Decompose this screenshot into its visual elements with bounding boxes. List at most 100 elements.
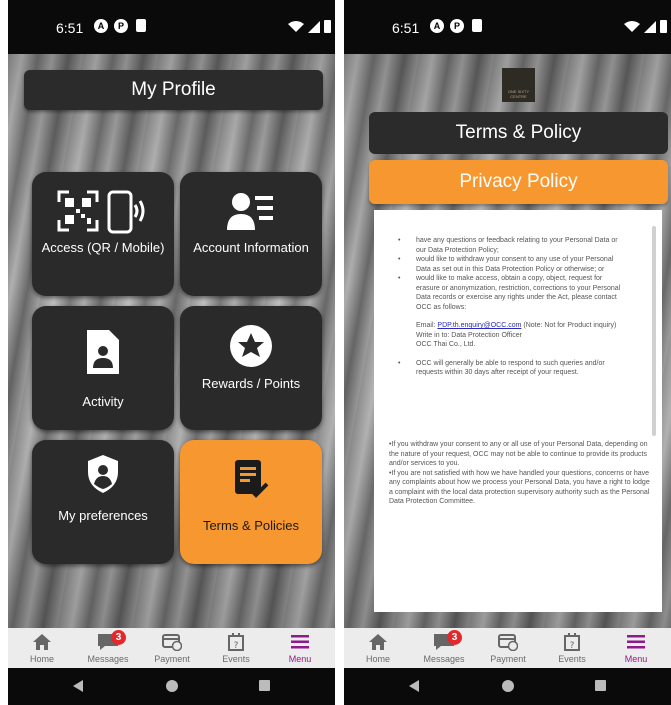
account-card-icon — [227, 193, 273, 230]
payment-icon — [162, 634, 182, 651]
star-badge-icon — [230, 325, 272, 367]
system-back-button[interactable] — [73, 680, 83, 692]
messages-badge: 3 — [111, 630, 126, 645]
nav-label-menu: Menu — [624, 654, 648, 664]
account-information-tile[interactable]: Account Information — [180, 172, 322, 296]
nav-menu[interactable]: Menu — [606, 630, 666, 664]
qr-mobile-icon — [57, 190, 145, 234]
nav-label-home: Home — [29, 654, 54, 664]
system-recents-button[interactable] — [595, 680, 606, 691]
sd-card-icon — [472, 19, 482, 32]
contact-email-line: Email: PDP.th.enquiry@OCC.com (Note: Not… — [416, 321, 626, 331]
tile-label-rewards: Rewards / Points — [201, 376, 301, 391]
system-back-button[interactable] — [409, 680, 419, 692]
policy-bullets: have any questions or feedback relating … — [392, 236, 626, 378]
nav-label-events: Events — [222, 654, 250, 664]
brand-logo: ONE SIXTY CENTRE — [502, 68, 535, 102]
nav-label-messages: Messages — [87, 654, 129, 664]
policy-bullet: would like to make access, obtain a copy… — [392, 274, 626, 312]
system-navigation — [8, 668, 335, 705]
notification-a-icon: A — [94, 19, 108, 33]
notification-a-icon: A — [430, 19, 444, 33]
sd-card-icon — [136, 19, 146, 32]
terms-policy-screen: 6:51 A P ONE SIXTY CENTRE Terms & Policy… — [344, 0, 671, 705]
tile-label-account: Account Information — [193, 240, 309, 255]
activity-tile[interactable]: Activity — [32, 306, 174, 430]
system-recents-button[interactable] — [259, 680, 270, 691]
svg-text:?: ? — [570, 641, 575, 651]
battery-icon — [660, 20, 667, 33]
status-time: 6:51 — [56, 20, 84, 36]
system-navigation — [344, 668, 671, 705]
privacy-policy-title: Privacy Policy — [369, 160, 668, 204]
menu-icon — [627, 635, 645, 649]
payment-icon — [498, 634, 518, 651]
document-check-icon — [235, 460, 269, 498]
activity-document-icon — [87, 330, 119, 374]
terms-policy-title: Terms & Policy — [369, 112, 668, 154]
policy-bullet: OCC will generally be able to respond to… — [392, 359, 626, 378]
messages-badge: 3 — [447, 630, 462, 645]
tile-label-activity: Activity — [82, 394, 124, 409]
nav-label-menu: Menu — [288, 654, 312, 664]
shield-user-icon — [88, 455, 118, 493]
home-icon — [33, 634, 51, 650]
profile-screen: 6:51 A P My Profile Access (QR / Mobile)… — [8, 0, 335, 705]
write-in-line: Write in to: Data Protection Officer — [416, 331, 522, 339]
system-home-button[interactable] — [502, 680, 514, 692]
system-home-button[interactable] — [166, 680, 178, 692]
page-title: My Profile — [24, 70, 323, 110]
email-note: (Note: Not for Product inquiry) — [521, 322, 617, 329]
nav-messages[interactable]: 3 Messages — [414, 630, 474, 664]
signal-icon — [308, 20, 320, 33]
tile-label-access: Access (QR / Mobile) — [41, 240, 165, 255]
signal-icon — [644, 20, 656, 33]
calendar-icon: ? — [564, 633, 580, 651]
terms-policies-tile[interactable]: Terms & Policies — [180, 440, 322, 564]
contact-block: Email: PDP.th.enquiry@OCC.com (Note: Not… — [392, 321, 626, 350]
nav-home[interactable]: Home — [12, 630, 72, 664]
wifi-icon — [624, 20, 640, 32]
menu-icon — [291, 635, 309, 649]
nav-label-payment: Payment — [154, 654, 190, 664]
status-bar: 6:51 A P — [344, 0, 671, 54]
nav-label-messages: Messages — [423, 654, 465, 664]
battery-icon — [324, 20, 331, 33]
nav-menu[interactable]: Menu — [270, 630, 330, 664]
my-preferences-tile[interactable]: My preferences — [32, 440, 174, 564]
nav-label-payment: Payment — [490, 654, 526, 664]
nav-label-home: Home — [365, 654, 390, 664]
nav-messages[interactable]: 3 Messages — [78, 630, 138, 664]
wifi-icon — [288, 20, 304, 32]
nav-payment[interactable]: Payment — [142, 630, 202, 664]
calendar-icon: ? — [228, 633, 244, 651]
access-qr-mobile-tile[interactable]: Access (QR / Mobile) — [32, 172, 174, 296]
rewards-points-tile[interactable]: Rewards / Points — [180, 306, 322, 430]
policy-bullet: would like to withdraw your consent to a… — [392, 255, 626, 274]
privacy-policy-content[interactable]: have any questions or feedback relating … — [374, 210, 662, 612]
nav-home[interactable]: Home — [348, 630, 408, 664]
policy-footnotes: •If you withdraw your consent to any or … — [389, 440, 651, 507]
scrollbar[interactable] — [652, 226, 656, 436]
tile-label-terms: Terms & Policies — [202, 518, 300, 533]
nav-label-events: Events — [558, 654, 586, 664]
email-prefix: Email: — [416, 322, 438, 329]
status-bar: 6:51 A P — [8, 0, 335, 54]
tile-label-preferences: My preferences — [58, 508, 148, 523]
policy-bullet: have any questions or feedback relating … — [392, 236, 626, 255]
company-line: OCC Thai Co., Ltd. — [416, 341, 476, 348]
contact-email-link[interactable]: PDP.th.enquiry@OCC.com — [437, 322, 521, 329]
nav-events[interactable]: ? Events — [206, 630, 266, 664]
footnote-complaint: •If you are not satisfied with how we ha… — [389, 469, 650, 506]
bottom-navigation: Home 3 Messages Payment ? Events Menu — [344, 628, 671, 668]
nav-payment[interactable]: Payment — [478, 630, 538, 664]
nav-events[interactable]: ? Events — [542, 630, 602, 664]
logo-text: ONE SIXTY CENTRE — [507, 89, 530, 99]
notification-p-icon: P — [450, 19, 464, 33]
bottom-navigation: Home 3 Messages Payment ? Events Menu — [8, 628, 335, 668]
status-time: 6:51 — [392, 20, 420, 36]
notification-p-icon: P — [114, 19, 128, 33]
svg-text:?: ? — [234, 641, 239, 651]
home-icon — [369, 634, 387, 650]
footnote-withdraw: •If you withdraw your consent to any or … — [389, 441, 648, 467]
